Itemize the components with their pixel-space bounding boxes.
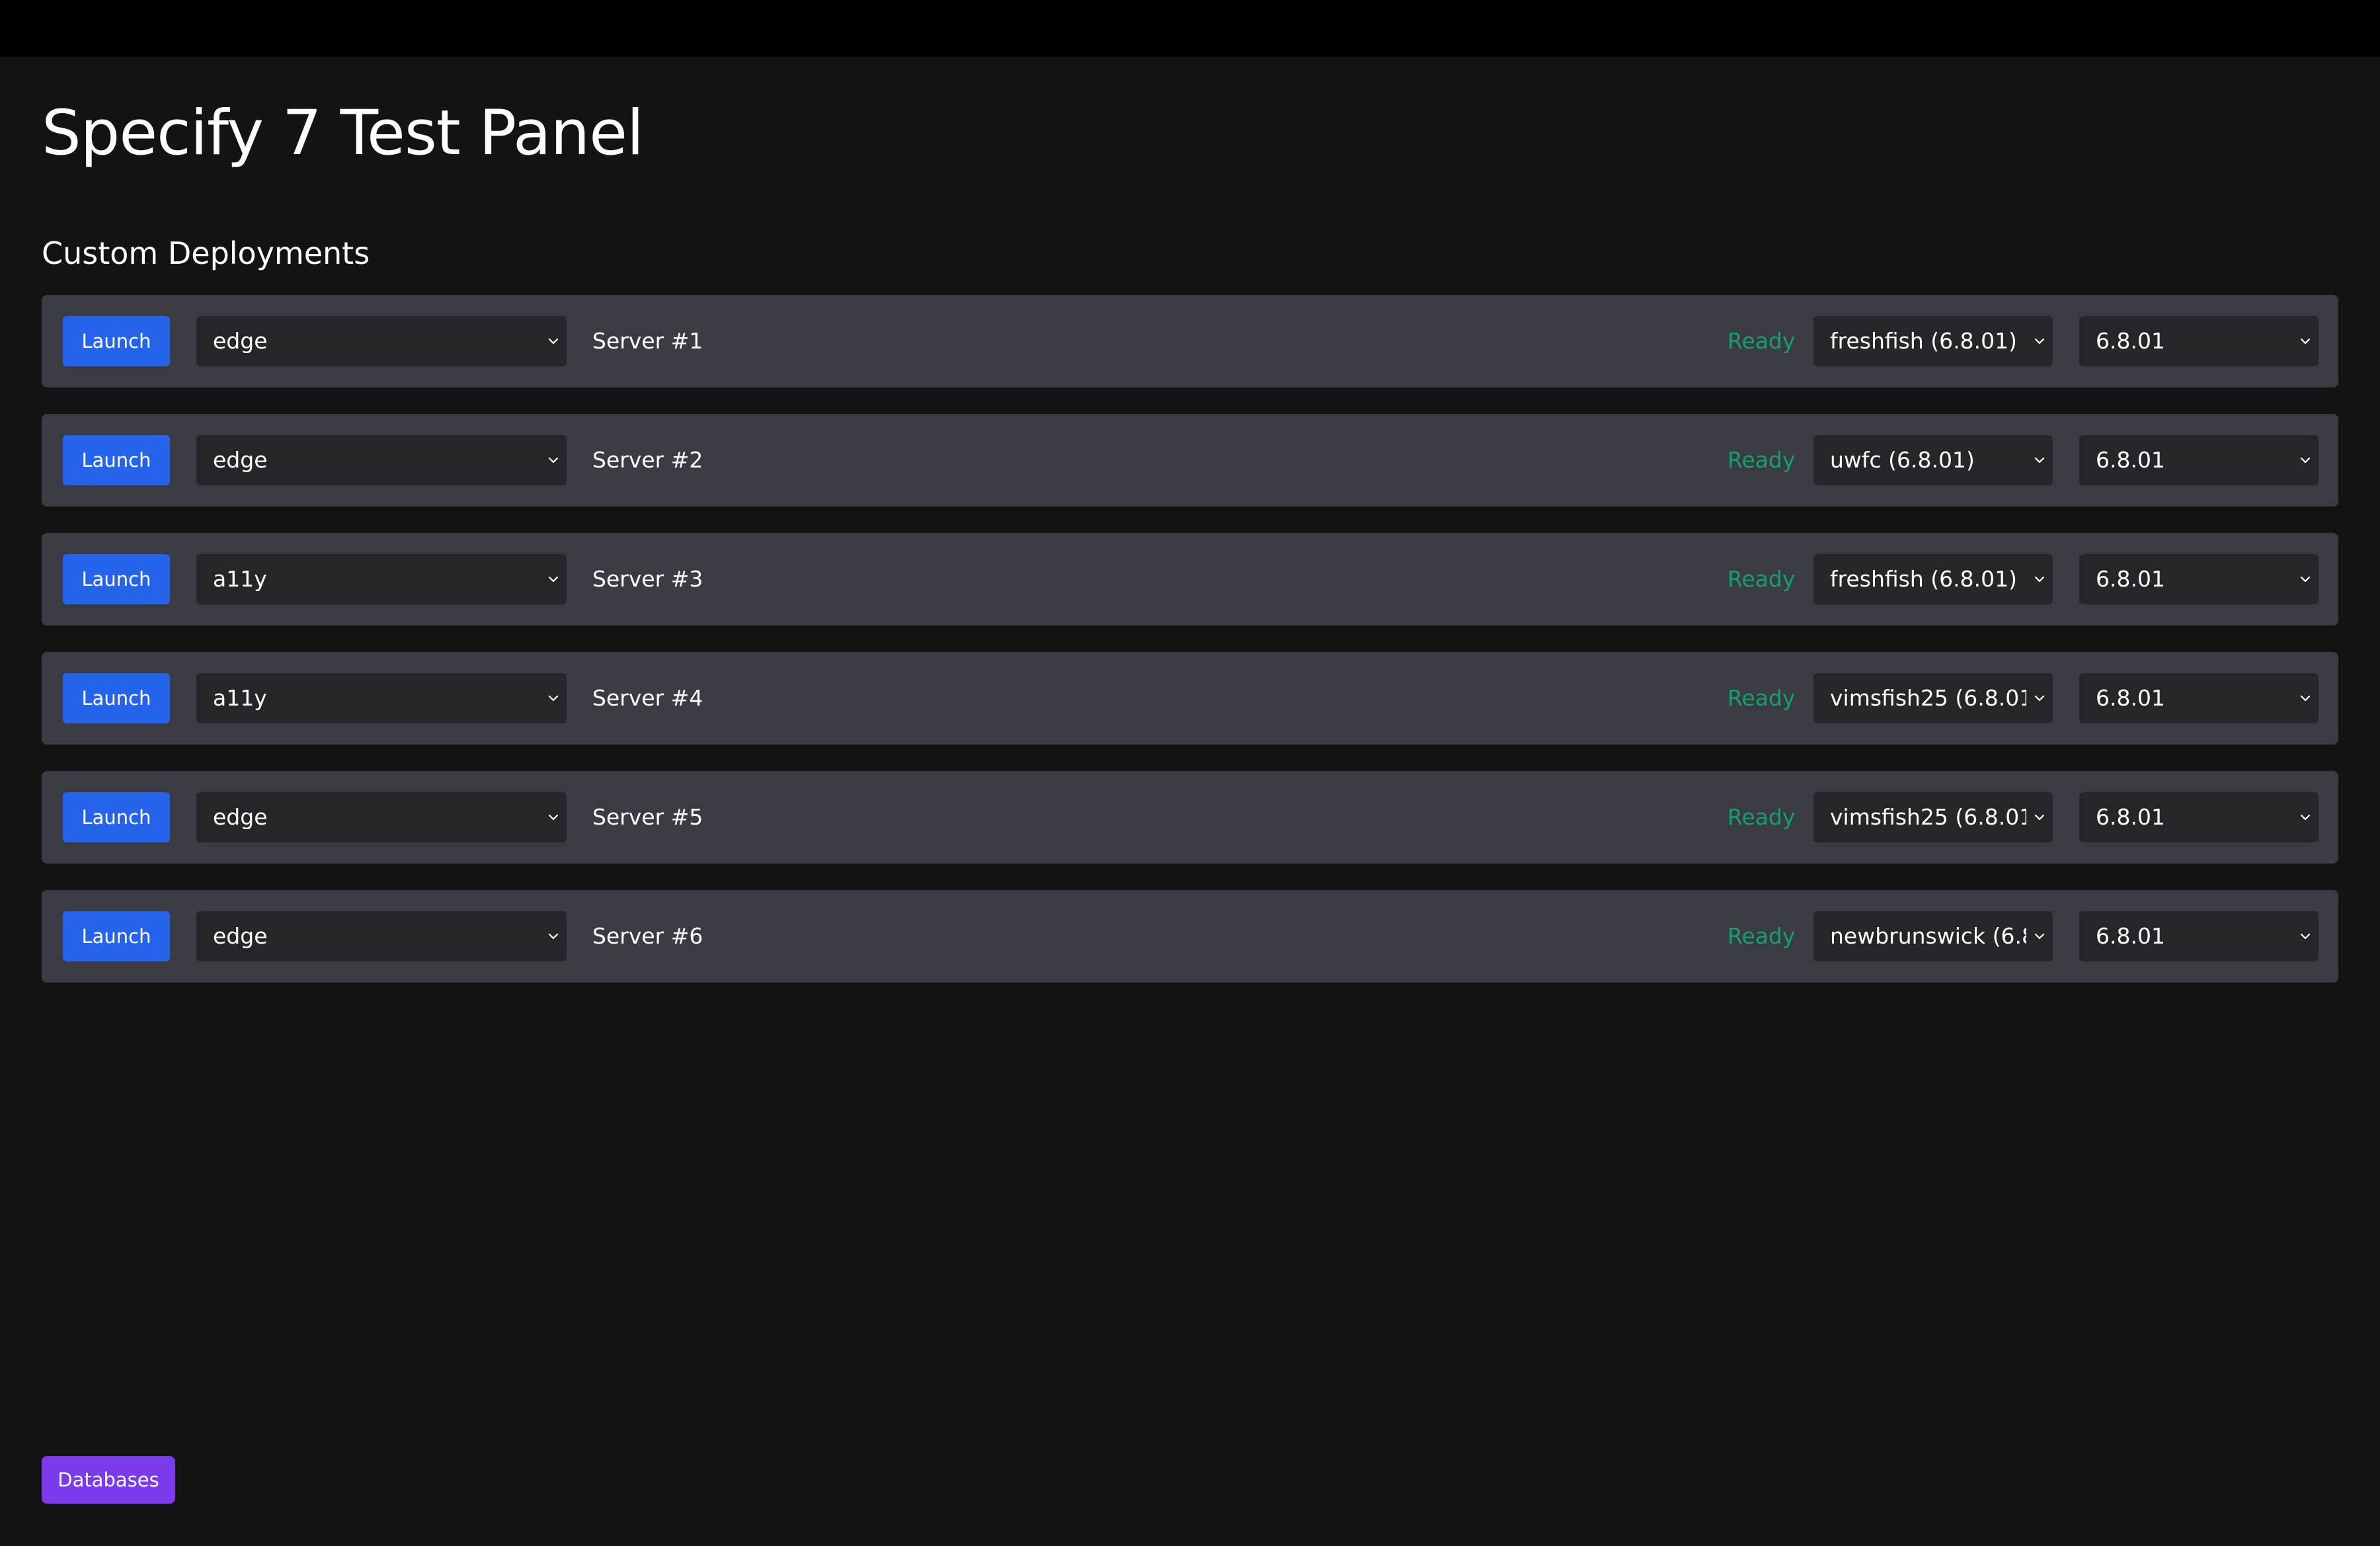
branch-select-value: edge [213,328,268,354]
database-select-value: vimsfish25 (6.8.01) [1830,685,2026,711]
chevron-down-icon [548,933,559,940]
chevron-down-icon [2300,695,2311,702]
chevron-down-icon [2300,576,2311,583]
deployment-row: Launch edge Server #2 Ready uwfc (6.8.01… [42,414,2338,507]
server-name: Server #3 [592,566,703,592]
database-select[interactable]: freshfish (6.8.01) [1813,316,2053,366]
version-select[interactable]: 6.8.01 [2079,911,2319,961]
status-text: Ready [1727,566,1796,592]
chevron-down-icon [2300,457,2311,464]
chevron-down-icon [2034,576,2045,583]
branch-select[interactable]: edge [196,911,567,961]
branch-select[interactable]: edge [196,792,567,842]
deployment-row: Launch edge Server #1 Ready freshfish (6… [42,295,2338,387]
branch-select-value: edge [213,447,268,473]
database-select[interactable]: freshfish (6.8.01) [1813,554,2053,604]
launch-button[interactable]: Launch [63,554,170,604]
databases-button[interactable]: Databases [42,1456,175,1504]
section-title: Custom Deployments [42,235,370,271]
database-select[interactable]: uwfc (6.8.01) [1813,435,2053,485]
version-select[interactable]: 6.8.01 [2079,673,2319,723]
version-select[interactable]: 6.8.01 [2079,554,2319,604]
branch-select-value: a11y [213,566,267,592]
chevron-down-icon [2034,695,2045,702]
version-select[interactable]: 6.8.01 [2079,792,2319,842]
database-select[interactable]: vimsfish25 (6.8.01) [1813,673,2053,723]
chevron-down-icon [2034,457,2045,464]
database-select[interactable]: vimsfish25 (6.8.01) [1813,792,2053,842]
chevron-down-icon [548,457,559,464]
version-select-value: 6.8.01 [2096,328,2165,354]
version-select-value: 6.8.01 [2096,685,2165,711]
chevron-down-icon [2300,933,2311,940]
launch-button[interactable]: Launch [63,673,170,723]
database-select-value: uwfc (6.8.01) [1830,447,1975,473]
version-select-value: 6.8.01 [2096,447,2165,473]
launch-button[interactable]: Launch [63,316,170,366]
version-select-value: 6.8.01 [2096,804,2165,830]
top-bar [0,0,2380,57]
server-name: Server #6 [592,923,703,949]
deployments-list: Launch edge Server #1 Ready freshfish (6… [42,295,2338,1009]
branch-select[interactable]: edge [196,316,567,366]
status-text: Ready [1727,328,1796,354]
version-select-value: 6.8.01 [2096,566,2165,592]
launch-button[interactable]: Launch [63,911,170,961]
database-select-value: vimsfish25 (6.8.01) [1830,804,2026,830]
server-name: Server #4 [592,685,703,711]
chevron-down-icon [548,576,559,583]
branch-select[interactable]: edge [196,435,567,485]
database-select-value: freshfish (6.8.01) [1830,566,2017,592]
branch-select[interactable]: a11y [196,673,567,723]
launch-button[interactable]: Launch [63,435,170,485]
branch-select[interactable]: a11y [196,554,567,604]
page-title: Specify 7 Test Panel [42,97,644,169]
branch-select-value: edge [213,804,268,830]
deployment-row: Launch a11y Server #4 Ready vimsfish25 (… [42,652,2338,745]
chevron-down-icon [2034,338,2045,345]
database-select-value: freshfish (6.8.01) [1830,328,2017,354]
deployment-row: Launch edge Server #5 Ready vimsfish25 (… [42,771,2338,864]
chevron-down-icon [548,695,559,702]
database-select-value: newbrunswick (6.8.01) [1830,923,2026,949]
status-text: Ready [1727,804,1796,830]
status-text: Ready [1727,923,1796,949]
chevron-down-icon [2034,933,2045,940]
chevron-down-icon [548,338,559,345]
server-name: Server #2 [592,447,703,473]
status-text: Ready [1727,685,1796,711]
version-select-value: 6.8.01 [2096,923,2165,949]
server-name: Server #5 [592,804,703,830]
chevron-down-icon [548,814,559,821]
chevron-down-icon [2300,814,2311,821]
server-name: Server #1 [592,328,703,354]
chevron-down-icon [2300,338,2311,345]
version-select[interactable]: 6.8.01 [2079,435,2319,485]
version-select[interactable]: 6.8.01 [2079,316,2319,366]
chevron-down-icon [2034,814,2045,821]
deployment-row: Launch edge Server #6 Ready newbrunswick… [42,890,2338,983]
deployment-row: Launch a11y Server #3 Ready freshfish (6… [42,533,2338,626]
branch-select-value: a11y [213,685,267,711]
status-text: Ready [1727,447,1796,473]
database-select[interactable]: newbrunswick (6.8.01) [1813,911,2053,961]
launch-button[interactable]: Launch [63,792,170,842]
branch-select-value: edge [213,923,268,949]
